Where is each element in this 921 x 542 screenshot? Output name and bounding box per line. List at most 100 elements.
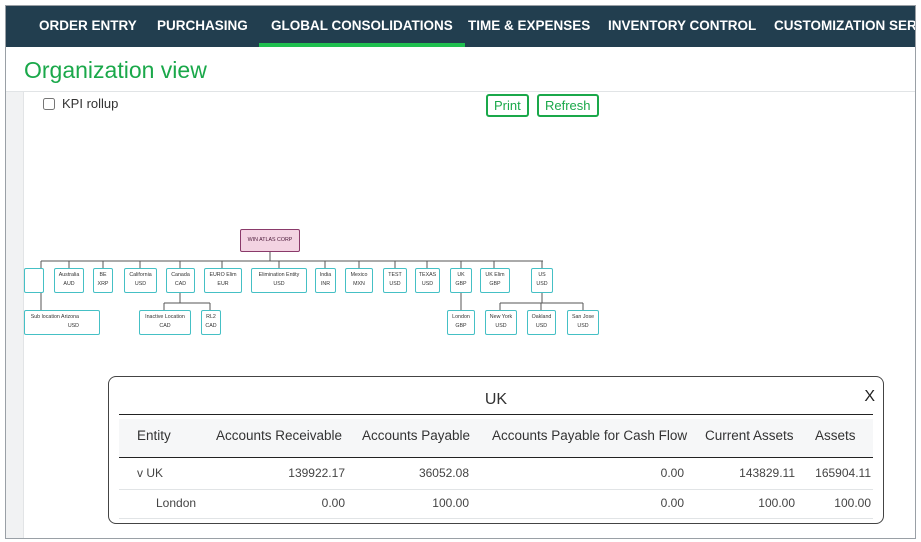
org-node-root[interactable]: WIN ATLAS CORP <box>240 229 300 252</box>
refresh-button[interactable]: Refresh <box>537 94 599 117</box>
column-header-accounts-payable[interactable]: Accounts Payable <box>362 428 470 443</box>
org-node-india[interactable]: India INR <box>315 268 336 293</box>
org-node-currency: USD <box>421 281 434 287</box>
page-title: Organization view <box>24 57 207 83</box>
org-node-test[interactable]: TEST USD <box>383 268 407 293</box>
org-node-name: US <box>538 272 546 278</box>
org-node-texas[interactable]: TEXAS USD <box>415 268 440 293</box>
org-node-name: California <box>129 272 152 278</box>
table-header-divider <box>119 457 873 458</box>
row-london-entity[interactable]: London <box>156 496 196 510</box>
org-node-name: BE <box>99 272 107 278</box>
org-node-canada[interactable]: Canada CAD <box>166 268 195 293</box>
entity-detail-modal: UK X Entity Accounts Receivable Accounts… <box>108 376 884 524</box>
kpi-rollup-option[interactable]: KPI rollup <box>43 96 118 111</box>
row-uk-accounts-payable: 36052.08 <box>418 466 469 480</box>
org-node-uk-elim[interactable]: UK Elim GBP <box>480 268 510 293</box>
modal-title-divider <box>119 414 873 415</box>
org-node-oakland[interactable]: Oakland USD <box>527 310 556 335</box>
org-node-mexico[interactable]: Mexico MXN <box>345 268 373 293</box>
org-node-currency: USD <box>536 281 548 287</box>
nav-inventory-control[interactable]: INVENTORY CONTROL <box>608 6 756 47</box>
org-node-elimination-entity[interactable]: Elimination Entity USD <box>251 268 307 293</box>
row-london-accounts-payable: 100.00 <box>432 496 469 510</box>
top-nav: ORDER ENTRY PURCHASING GLOBAL CONSOLIDAT… <box>6 6 915 47</box>
org-node-name: RL2 <box>206 314 216 320</box>
org-node-currency: CAD <box>205 323 217 329</box>
org-node-currency: USD <box>134 281 147 287</box>
org-node-name: London <box>452 314 470 320</box>
org-node-name: San Jose <box>571 314 595 320</box>
row-uk-current-assets: 143829.11 <box>739 466 795 480</box>
org-node-currency: USD <box>67 323 79 329</box>
column-header-entity[interactable]: Entity <box>137 428 171 443</box>
column-header-accounts-payable-cash-flow[interactable]: Accounts Payable for Cash Flow <box>492 428 687 443</box>
org-node-sub-location-arizona[interactable]: Sub location Arizona USD <box>24 310 100 335</box>
org-node-currency: USD <box>535 323 548 329</box>
row-uk-accounts-receivable: 139922.17 <box>288 466 345 480</box>
kpi-rollup-checkbox[interactable] <box>43 97 55 110</box>
org-node-currency: GBP <box>489 281 501 287</box>
org-node-partial[interactable] <box>24 268 44 293</box>
org-node-us[interactable]: US USD <box>531 268 553 293</box>
column-header-assets[interactable]: Assets <box>815 428 856 443</box>
row-london-accounts-receivable: 0.00 <box>321 496 345 510</box>
org-node-currency: EUR <box>217 281 229 287</box>
nav-customization-services[interactable]: CUSTOMIZATION SERV <box>774 6 915 47</box>
org-node-euro-elim[interactable]: EURO Elim EUR <box>204 268 242 293</box>
row-uk-accounts-payable-cash-flow: 0.00 <box>660 466 684 480</box>
org-node-london[interactable]: London GBP <box>447 310 475 335</box>
org-node-australia[interactable]: Australia AUD <box>54 268 84 293</box>
title-divider <box>6 91 915 92</box>
org-node-name: UK <box>457 272 465 278</box>
org-node-rl2[interactable]: RL2 CAD <box>201 310 221 335</box>
org-node-currency: INR <box>320 281 331 287</box>
org-node-name: Sub location Arizona <box>30 314 79 320</box>
org-node-name: New York <box>489 314 513 320</box>
org-node-currency: MXN <box>353 281 365 287</box>
org-node-name: UK Elim <box>485 272 505 278</box>
org-node-currency: USD <box>495 323 507 329</box>
org-node-name: Elimination Entity <box>258 272 300 278</box>
org-node-currency: USD <box>389 281 401 287</box>
column-header-accounts-receivable[interactable]: Accounts Receivable <box>216 428 342 443</box>
org-node-inactive-location[interactable]: Inactive Location CAD <box>139 310 191 335</box>
org-node-currency: CAD <box>159 323 171 329</box>
row-london-current-assets: 100.00 <box>758 496 795 510</box>
org-node-name: India <box>319 272 332 278</box>
org-node-name: EURO Elim <box>209 272 237 278</box>
org-node-san-jose[interactable]: San Jose USD <box>567 310 599 335</box>
org-node-currency: GBP <box>455 323 467 329</box>
org-node-name: Oakland <box>531 314 552 320</box>
row-uk-entity[interactable]: v UK <box>137 466 163 480</box>
org-node-name: TEXAS <box>418 272 437 278</box>
org-node-name: WIN ATLAS CORP <box>247 237 293 243</box>
row-london-assets: 100.00 <box>834 496 871 510</box>
left-gutter <box>6 92 24 538</box>
org-node-uk[interactable]: UK GBP <box>450 268 472 293</box>
org-node-california[interactable]: California USD <box>124 268 157 293</box>
org-node-name: Australia <box>58 272 80 278</box>
nav-time-expenses[interactable]: TIME & EXPENSES <box>468 6 590 47</box>
org-node-be[interactable]: BE XRP <box>93 268 113 293</box>
org-node-currency: USD <box>577 323 589 329</box>
org-node-currency: USD <box>273 281 285 287</box>
nav-purchasing[interactable]: PURCHASING <box>157 6 248 47</box>
nav-order-entry[interactable]: ORDER ENTRY <box>39 6 137 47</box>
org-node-currency: GBP <box>455 281 467 287</box>
row-uk-assets: 165904.11 <box>815 466 871 480</box>
row-divider <box>119 489 873 490</box>
row-divider <box>119 518 873 519</box>
app-window: ORDER ENTRY PURCHASING GLOBAL CONSOLIDAT… <box>5 5 916 539</box>
org-node-name: Mexico <box>350 272 368 278</box>
org-node-name: TEST <box>388 272 402 278</box>
org-node-name: Canada <box>171 272 190 278</box>
org-node-currency: CAD <box>174 281 187 287</box>
column-header-current-assets[interactable]: Current Assets <box>705 428 794 443</box>
org-node-currency: AUD <box>63 281 75 287</box>
org-node-new-york[interactable]: New York USD <box>485 310 517 335</box>
nav-global-consolidations[interactable]: GLOBAL CONSOLIDATIONS <box>259 6 465 47</box>
kpi-rollup-label: KPI rollup <box>62 96 119 111</box>
close-button[interactable]: X <box>864 388 875 406</box>
print-button[interactable]: Print <box>486 94 529 117</box>
